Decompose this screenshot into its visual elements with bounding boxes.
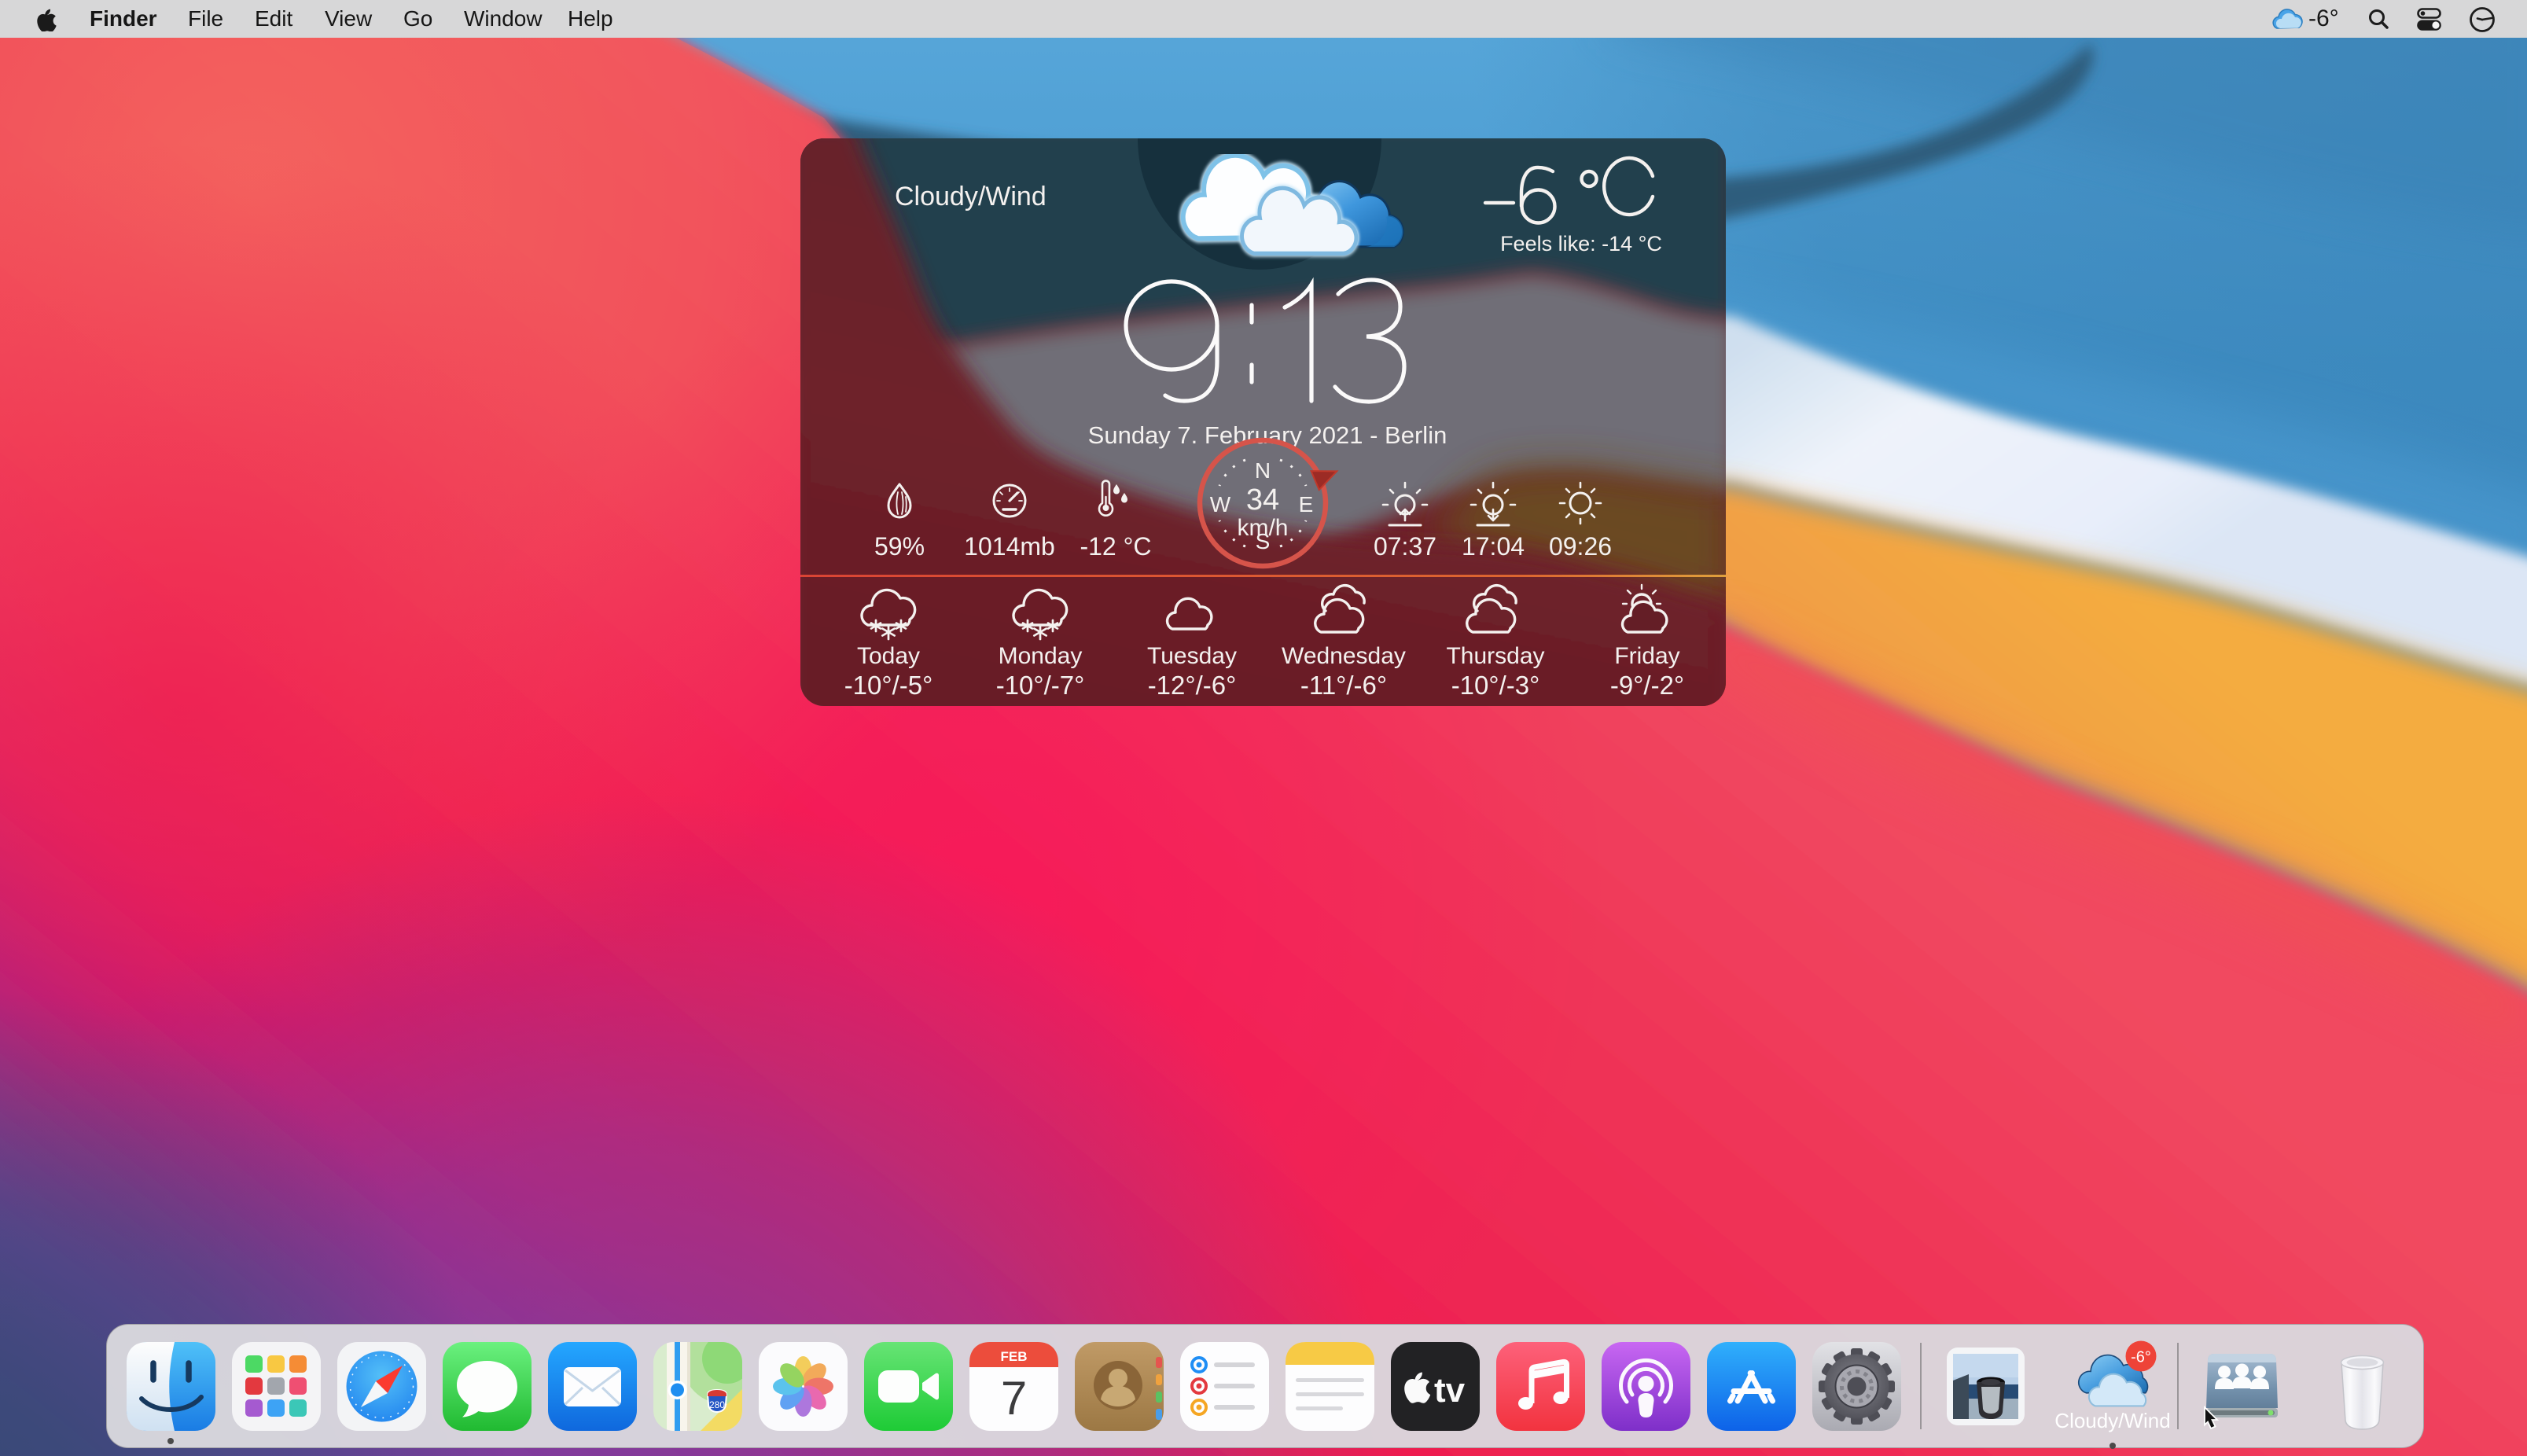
svg-text:Wednesday: Wednesday — [1282, 643, 1406, 669]
svg-text:09:26: 09:26 — [1549, 532, 1612, 561]
svg-text:Today: Today — [857, 643, 920, 669]
svg-text:07:37: 07:37 — [1374, 532, 1436, 561]
svg-text:Sunday 7. February 2021 - Be: Sunday 7. February 2021 - Berlin — [1088, 421, 1447, 449]
svg-text:280: 280 — [708, 1399, 724, 1410]
svg-text:km/h: km/h — [1237, 515, 1288, 541]
svg-text:Friday: Friday — [1614, 643, 1679, 669]
svg-text:E: E — [1299, 492, 1314, 517]
svg-text:FEB: FEB — [1000, 1349, 1027, 1364]
svg-text:Monday: Monday — [999, 643, 1083, 669]
svg-text:-12 °C: -12 °C — [1080, 532, 1151, 561]
svg-text:34: 34 — [1246, 483, 1279, 517]
svg-text:-6°: -6° — [2131, 1348, 2151, 1366]
svg-text:59%: 59% — [874, 532, 925, 561]
svg-text:-10°/-5°: -10°/-5° — [844, 671, 933, 700]
svg-text:Cloudy/Wind: Cloudy/Wind — [2054, 1409, 2170, 1432]
svg-text:-10°/-7°: -10°/-7° — [996, 671, 1085, 700]
svg-text:17:04: 17:04 — [1462, 532, 1525, 561]
svg-text:-10°/-3°: -10°/-3° — [1451, 671, 1540, 700]
svg-text:-12°/-6°: -12°/-6° — [1148, 671, 1237, 700]
svg-text:Thursday: Thursday — [1446, 643, 1544, 669]
svg-text:1014mb: 1014mb — [964, 532, 1055, 561]
svg-text:Feels like: -14 °C: Feels like: -14 °C — [1500, 232, 1662, 256]
svg-text:Tuesday: Tuesday — [1147, 643, 1237, 669]
svg-text:7: 7 — [1000, 1372, 1026, 1425]
svg-text:-11°/-6°: -11°/-6° — [1300, 671, 1387, 700]
svg-text:-9°/-2°: -9°/-2° — [1610, 671, 1684, 700]
svg-text:tv: tv — [1434, 1371, 1466, 1410]
svg-text:N: N — [1255, 458, 1271, 483]
svg-text:W: W — [1210, 492, 1231, 517]
svg-text:Cloudy/Wind: Cloudy/Wind — [895, 182, 1046, 211]
